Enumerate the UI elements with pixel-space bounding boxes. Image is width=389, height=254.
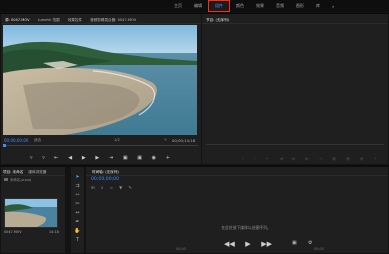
nav-edit[interactable]: 编辑 <box>188 0 208 12</box>
program-transport-bar: ▿ ▿ ⇤ ◀ ▶ ▶ ⇥ ▣ ▣ ◉ + <box>242 156 377 162</box>
ruler-end: 00;00 <box>314 247 324 251</box>
fast-forward-icon[interactable]: ▶▶ <box>261 240 272 248</box>
tab-project[interactable]: 项目: 未命名 <box>3 170 23 175</box>
go-to-in-icon[interactable]: ⇤ <box>266 157 270 162</box>
play-icon[interactable]: ▶ <box>82 155 86 161</box>
tab-effect-controls[interactable]: 效果控件 <box>68 18 82 23</box>
program-monitor-panel: 节目: (无序列) ▿ ▿ ⇤ ◀ ▶ ▶ ⇥ ▣ ▣ ◉ + <box>202 14 388 164</box>
lift-icon[interactable]: ▣ <box>332 157 336 162</box>
clip-duration: 14:18 <box>49 230 59 234</box>
project-panel: 项目: 未命名 媒体浏览器 未命名.prproj 0047.MOV 14:18 <box>1 167 65 253</box>
step-back-icon[interactable]: ◀ <box>279 157 282 162</box>
clip-thumbnail-image <box>5 199 57 227</box>
tab-divider <box>2 23 201 24</box>
camera-icon[interactable]: ◉ <box>360 157 364 162</box>
settings-icon[interactable]: ⚙ <box>308 240 312 246</box>
type-tool-icon[interactable]: T <box>73 235 82 244</box>
timeline-empty-message: 在此处放下媒体以创建序列。 <box>221 225 271 230</box>
source-scrub-bar[interactable] <box>4 145 198 146</box>
tab-lumetri-scopes[interactable]: Lumetri 范围 <box>38 18 60 23</box>
export-frame-icon[interactable]: ▣ <box>292 240 297 246</box>
add-button-icon[interactable]: + <box>373 157 377 162</box>
selection-tool-icon[interactable]: ➤ <box>73 172 82 181</box>
mark-in-icon[interactable]: ▿ <box>242 157 244 162</box>
go-to-in-icon[interactable]: ⇤ <box>54 155 58 161</box>
nav-assembly[interactable]: 组件 <box>208 0 230 12</box>
tab-source[interactable]: 源: 0047.MOV <box>5 18 30 23</box>
tab-program[interactable]: 节目: (无序列) <box>206 18 229 23</box>
timeline-playback-controls: ◀◀ ▶ ▶▶ <box>224 239 272 248</box>
step-forward-icon[interactable]: ▶ <box>305 157 308 162</box>
clip-thumbnail[interactable] <box>4 198 58 228</box>
linked-selection-icon[interactable]: ∞ <box>110 185 114 190</box>
overwrite-icon[interactable]: ▣ <box>137 155 142 161</box>
ruler-start: 00;00 <box>176 247 186 251</box>
nav-effects[interactable]: 效果 <box>250 0 270 12</box>
ripple-edit-tool-icon[interactable]: ⇿ <box>73 190 82 199</box>
slip-tool-icon[interactable]: ↔ <box>73 208 82 217</box>
nest-icon[interactable]: ⊞ <box>91 185 95 190</box>
tab-timeline[interactable]: 时间轴: (无序列) <box>92 170 119 175</box>
clip-name: 0047.MOV <box>4 230 22 234</box>
play-icon[interactable]: ▶ <box>292 157 295 162</box>
step-forward-icon[interactable]: ▶ <box>95 155 99 161</box>
wrench-icon[interactable]: ✎ <box>164 138 167 142</box>
top-divider <box>0 13 389 14</box>
play-icon[interactable]: ▶ <box>245 240 250 248</box>
timeline-timecode[interactable]: 00;00;00;00 <box>91 177 119 182</box>
tab-divider <box>1 175 65 176</box>
camera-icon[interactable]: ◉ <box>152 155 156 161</box>
nav-overflow-icon[interactable]: » <box>326 0 340 12</box>
mark-out-icon[interactable]: ▿ <box>254 157 256 162</box>
razor-tool-icon[interactable]: ✂ <box>73 199 82 208</box>
go-to-out-icon[interactable]: ⇥ <box>318 157 322 162</box>
workspace-nav: 主页 编辑 组件 颜色 效果 音频 图形 库 » <box>168 0 340 12</box>
mark-out-icon[interactable]: ▿ <box>42 155 45 161</box>
source-duration: 00;00;14;18 <box>172 138 196 143</box>
snap-icon[interactable]: ∩ <box>101 185 104 190</box>
wrench-icon[interactable]: ✎ <box>128 185 132 190</box>
tab-divider <box>86 175 388 176</box>
tab-media-browser[interactable]: 媒体浏览器 <box>28 170 46 175</box>
fit-dropdown[interactable]: 适合 <box>34 138 41 143</box>
extract-icon[interactable]: ▣ <box>346 157 350 162</box>
nav-home[interactable]: 主页 <box>168 0 188 12</box>
nav-audio[interactable]: 音频 <box>270 0 290 12</box>
playback-resolution[interactable]: 1/2 <box>114 138 120 142</box>
hand-tool-icon[interactable]: ✋ <box>73 226 82 235</box>
insert-icon[interactable]: ▣ <box>123 155 128 161</box>
source-transport-bar: ▿ ▿ ⇤ ◀ ▶ ▶ ⇥ ▣ ▣ ◉ + <box>30 154 170 162</box>
add-marker-icon[interactable]: ▼ <box>119 185 122 190</box>
tab-audio-clip-mixer[interactable]: 音频剪辑混合器: 0047.MOV <box>90 18 136 23</box>
nav-library[interactable]: 库 <box>310 0 326 12</box>
nav-graphics[interactable]: 图形 <box>290 0 310 12</box>
source-video-frame <box>3 25 197 135</box>
tab-divider <box>202 23 388 24</box>
add-button-icon[interactable]: + <box>166 155 170 161</box>
tools-panel: ➤ ⇉ ⇿ ✂ ↔ ✒ ✋ T <box>71 167 84 253</box>
source-timecode[interactable]: 00;00;00;00 <box>4 138 28 143</box>
project-file-name: 未命名.prproj <box>10 178 32 182</box>
workspace-bar: 主页 编辑 组件 颜色 效果 音频 图形 库 » <box>0 0 389 12</box>
project-file-icon <box>4 178 8 181</box>
mark-in-icon[interactable]: ▿ <box>30 155 33 161</box>
nav-color[interactable]: 颜色 <box>230 0 250 12</box>
track-select-tool-icon[interactable]: ⇉ <box>73 181 82 190</box>
program-scrub-bar[interactable] <box>206 144 384 145</box>
timeline-toolbar: ⊞ ∩ ∞ ▼ ✎ <box>91 184 147 190</box>
pen-tool-icon[interactable]: ✒ <box>73 217 82 226</box>
rewind-icon[interactable]: ◀◀ <box>224 240 235 248</box>
beach-scene-image <box>3 25 197 135</box>
step-back-icon[interactable]: ◀ <box>68 155 72 161</box>
go-to-out-icon[interactable]: ⇥ <box>109 155 113 161</box>
middle-divider[interactable] <box>0 165 389 167</box>
timeline-panel: 时间轴: (无序列) 00;00;00;00 ⊞ ∩ ∞ ▼ ✎ 在此处放下媒体… <box>86 167 388 253</box>
source-playhead[interactable] <box>3 144 6 147</box>
